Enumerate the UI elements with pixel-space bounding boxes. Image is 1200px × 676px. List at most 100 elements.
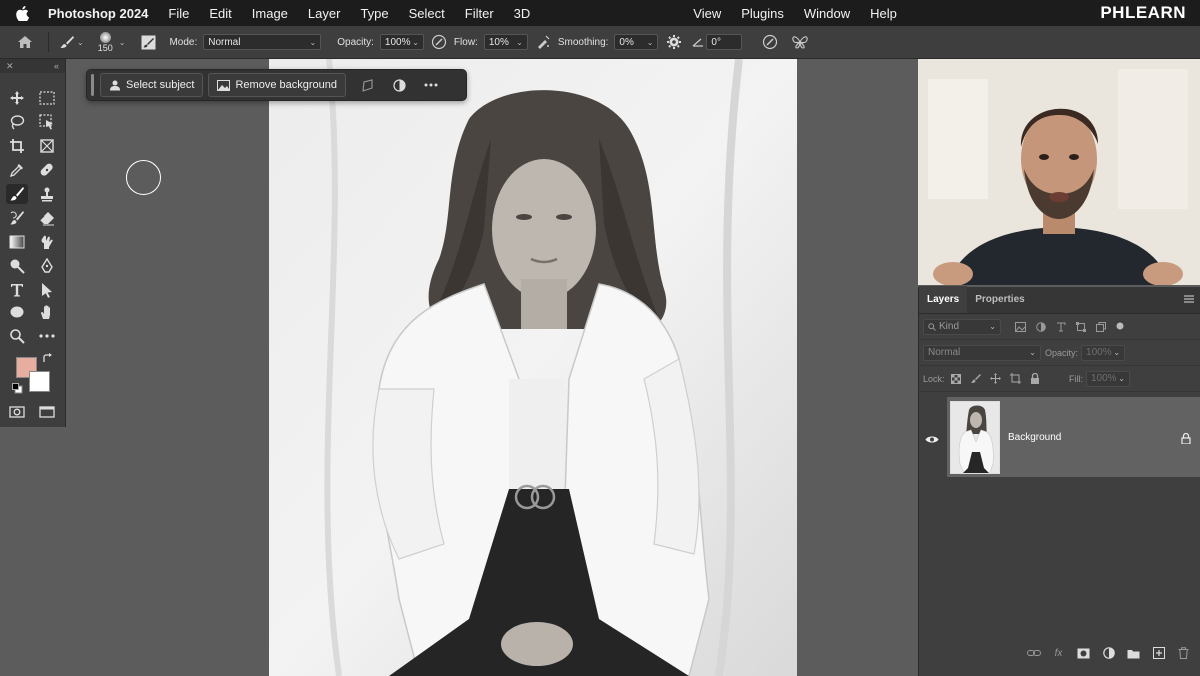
- eyedropper-tool-icon[interactable]: [6, 160, 28, 180]
- menu-plugins[interactable]: Plugins: [741, 6, 784, 21]
- tab-properties[interactable]: Properties: [967, 286, 1032, 313]
- layer-blend-mode-select[interactable]: Normal ⌄: [923, 344, 1041, 361]
- more-tools-icon[interactable]: [36, 326, 58, 346]
- filter-toggle-icon[interactable]: [1116, 322, 1124, 330]
- layer-lock-icon[interactable]: [1181, 431, 1191, 449]
- filter-shape-icon[interactable]: [1076, 321, 1086, 332]
- type-tool-icon[interactable]: [6, 280, 28, 300]
- new-adjustment-layer-icon[interactable]: [1101, 646, 1116, 661]
- new-layer-icon[interactable]: [1151, 646, 1166, 661]
- screen-mode-icon[interactable]: [36, 402, 58, 422]
- remove-background-button[interactable]: Remove background: [208, 73, 346, 97]
- fill-input[interactable]: 100% ⌄: [1086, 370, 1130, 387]
- menu-layer[interactable]: Layer: [308, 6, 341, 21]
- drag-handle[interactable]: [91, 74, 94, 96]
- pressure-size-icon[interactable]: [758, 34, 782, 50]
- zoom-tool-icon[interactable]: [6, 326, 28, 346]
- lock-artboard-icon[interactable]: [1009, 373, 1021, 384]
- object-selection-tool-icon[interactable]: [36, 112, 58, 132]
- brush-tool-preset-icon[interactable]: [57, 34, 77, 50]
- menu-type[interactable]: Type: [360, 6, 388, 21]
- chevron-down-icon: ⌄: [1118, 374, 1125, 383]
- layer-opacity-input[interactable]: 100% ⌄: [1081, 344, 1126, 361]
- brush-settings-icon[interactable]: [139, 35, 157, 50]
- adjustment-icon[interactable]: [383, 73, 415, 97]
- collapse-icon[interactable]: «: [54, 61, 59, 71]
- add-mask-icon[interactable]: [1076, 646, 1091, 661]
- panel-menu-icon[interactable]: [1184, 295, 1194, 306]
- marquee-tool-icon[interactable]: [36, 88, 58, 108]
- menu-select[interactable]: Select: [409, 6, 445, 21]
- delete-layer-icon[interactable]: [1176, 646, 1191, 661]
- dodge-tool-icon[interactable]: [6, 256, 28, 276]
- mask-icon[interactable]: [351, 73, 383, 97]
- lock-pixels-icon[interactable]: [970, 373, 981, 384]
- brush-tool-icon[interactable]: [6, 184, 28, 204]
- filter-adjustment-icon[interactable]: [1036, 321, 1046, 332]
- chevron-down-icon: ⌄: [1113, 348, 1121, 357]
- hand-tool-icon[interactable]: [36, 302, 58, 322]
- eraser-tool-icon[interactable]: [36, 208, 58, 228]
- document-canvas[interactable]: [67, 59, 917, 676]
- history-brush-tool-icon[interactable]: [6, 208, 28, 228]
- blend-mode-select[interactable]: Normal ⌄: [203, 34, 322, 50]
- ellipse-tool-icon[interactable]: [6, 302, 28, 322]
- layer-style-fx-icon[interactable]: fx: [1051, 646, 1066, 661]
- symmetry-butterfly-icon[interactable]: [788, 34, 812, 50]
- gradient-tool-icon[interactable]: [6, 232, 28, 252]
- menu-edit[interactable]: Edit: [209, 6, 231, 21]
- opacity-input[interactable]: 100% ⌄: [379, 34, 424, 50]
- lock-all-icon[interactable]: [1030, 373, 1040, 384]
- flow-input[interactable]: 10% ⌄: [483, 34, 528, 50]
- healing-brush-tool-icon[interactable]: [36, 160, 58, 180]
- path-selection-tool-icon[interactable]: [36, 280, 58, 300]
- filter-smart-object-icon[interactable]: [1096, 321, 1106, 332]
- smoothing-input[interactable]: 0% ⌄: [614, 34, 659, 50]
- filter-kind-select[interactable]: Kind ⌄: [923, 318, 1001, 335]
- menu-filter[interactable]: Filter: [465, 6, 494, 21]
- lock-position-icon[interactable]: [989, 373, 1001, 384]
- phlearn-logo: PHLEARN: [1100, 3, 1186, 22]
- more-options-icon[interactable]: [415, 73, 447, 97]
- link-layers-icon[interactable]: [1026, 646, 1041, 661]
- menu-help[interactable]: Help: [870, 6, 897, 21]
- default-colors-icon[interactable]: [10, 381, 24, 395]
- menu-view[interactable]: View: [693, 6, 721, 21]
- apple-icon[interactable]: [16, 5, 32, 21]
- lasso-tool-icon[interactable]: [6, 112, 28, 132]
- background-color-swatch[interactable]: [29, 371, 50, 392]
- brush-size-picker[interactable]: 150: [98, 31, 113, 53]
- frame-tool-icon[interactable]: [36, 136, 58, 156]
- pressure-opacity-icon[interactable]: [424, 34, 454, 50]
- crop-tool-icon[interactable]: [6, 136, 28, 156]
- close-icon[interactable]: ✕: [6, 61, 14, 72]
- menu-image[interactable]: Image: [252, 6, 288, 21]
- layer-blend-mode-value: Normal: [928, 347, 961, 358]
- airbrush-icon[interactable]: [528, 34, 558, 50]
- filter-type-icon[interactable]: [1056, 322, 1066, 332]
- layer-row-background[interactable]: Background: [947, 397, 1200, 477]
- new-group-icon[interactable]: [1126, 646, 1141, 661]
- move-tool-icon[interactable]: [6, 88, 28, 108]
- brush-angle-input[interactable]: 0°: [706, 34, 743, 50]
- menu-window[interactable]: Window: [804, 6, 850, 21]
- app-name[interactable]: Photoshop 2024: [48, 6, 148, 21]
- select-subject-button[interactable]: Select subject: [100, 73, 204, 97]
- menu-file[interactable]: File: [168, 6, 189, 21]
- gear-icon[interactable]: [664, 35, 684, 49]
- chevron-down-icon[interactable]: ⌄: [77, 38, 84, 47]
- chevron-down-icon[interactable]: ⌄: [119, 38, 126, 47]
- eye-icon[interactable]: [925, 431, 939, 449]
- smudge-tool-icon[interactable]: [36, 232, 58, 252]
- quick-mask-icon[interactable]: [6, 402, 28, 422]
- filter-pixel-icon[interactable]: [1015, 321, 1026, 332]
- pen-tool-icon[interactable]: [36, 256, 58, 276]
- lock-transparency-icon[interactable]: [950, 373, 961, 384]
- home-icon[interactable]: [10, 35, 40, 49]
- layers-panel: Layers Properties Kind ⌄ Normal ⌄ Opacit…: [918, 286, 1200, 676]
- tab-layers[interactable]: Layers: [919, 286, 968, 313]
- layer-name[interactable]: Background: [1008, 432, 1061, 443]
- clone-stamp-tool-icon[interactable]: [36, 184, 58, 204]
- swap-colors-icon[interactable]: [40, 351, 54, 365]
- menu-3d[interactable]: 3D: [514, 6, 531, 21]
